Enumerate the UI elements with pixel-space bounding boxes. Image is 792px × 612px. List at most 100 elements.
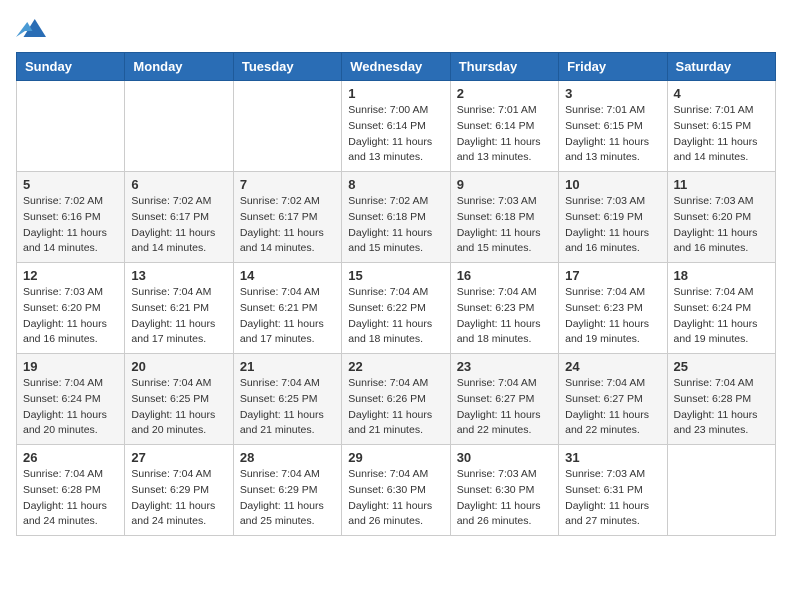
- day-info: Sunrise: 7:04 AMSunset: 6:23 PMDaylight:…: [457, 285, 552, 348]
- calendar-cell: 27 Sunrise: 7:04 AMSunset: 6:29 PMDayligh…: [125, 445, 233, 536]
- day-info: Sunrise: 7:04 AMSunset: 6:25 PMDaylight:…: [240, 376, 335, 439]
- calendar-cell: 18 Sunrise: 7:04 AMSunset: 6:24 PMDayligh…: [667, 263, 775, 354]
- day-number: 2: [457, 86, 552, 101]
- calendar-cell: 13 Sunrise: 7:04 AMSunset: 6:21 PMDayligh…: [125, 263, 233, 354]
- logo: [16, 16, 50, 40]
- calendar-cell: 25 Sunrise: 7:04 AMSunset: 6:28 PMDayligh…: [667, 354, 775, 445]
- day-info: Sunrise: 7:00 AMSunset: 6:14 PMDaylight:…: [348, 103, 443, 166]
- day-number: 19: [23, 359, 118, 374]
- day-number: 24: [565, 359, 660, 374]
- calendar-cell: 24 Sunrise: 7:04 AMSunset: 6:27 PMDayligh…: [559, 354, 667, 445]
- day-info: Sunrise: 7:04 AMSunset: 6:21 PMDaylight:…: [131, 285, 226, 348]
- day-number: 14: [240, 268, 335, 283]
- day-number: 30: [457, 450, 552, 465]
- calendar-cell: 14 Sunrise: 7:04 AMSunset: 6:21 PMDayligh…: [233, 263, 341, 354]
- day-info: Sunrise: 7:04 AMSunset: 6:24 PMDaylight:…: [23, 376, 118, 439]
- day-number: 18: [674, 268, 769, 283]
- calendar-cell: 30Sunrise: 7:03 AMSunset: 6:30 PMDayligh…: [450, 445, 558, 536]
- day-number: 7: [240, 177, 335, 192]
- calendar-cell: 9 Sunrise: 7:03 AMSunset: 6:18 PMDaylight…: [450, 172, 558, 263]
- weekday-header-thursday: Thursday: [450, 53, 558, 81]
- calendar-cell: 20 Sunrise: 7:04 AMSunset: 6:25 PMDayligh…: [125, 354, 233, 445]
- day-number: 23: [457, 359, 552, 374]
- day-info: Sunrise: 7:01 AMSunset: 6:14 PMDaylight:…: [457, 103, 552, 166]
- day-number: 25: [674, 359, 769, 374]
- day-number: 26: [23, 450, 118, 465]
- day-info: Sunrise: 7:04 AMSunset: 6:27 PMDaylight:…: [457, 376, 552, 439]
- day-number: 29: [348, 450, 443, 465]
- calendar-cell: 21 Sunrise: 7:04 AMSunset: 6:25 PMDayligh…: [233, 354, 341, 445]
- day-info: Sunrise: 7:04 AMSunset: 6:28 PMDaylight:…: [674, 376, 769, 439]
- calendar-cell: 1 Sunrise: 7:00 AMSunset: 6:14 PMDaylight…: [342, 81, 450, 172]
- day-info: Sunrise: 7:04 AMSunset: 6:24 PMDaylight:…: [674, 285, 769, 348]
- calendar-cell: 10 Sunrise: 7:03 AMSunset: 6:19 PMDayligh…: [559, 172, 667, 263]
- logo-icon: [16, 16, 46, 40]
- day-info: Sunrise: 7:04 AMSunset: 6:29 PMDaylight:…: [240, 467, 335, 530]
- calendar-cell: 4 Sunrise: 7:01 AMSunset: 6:15 PMDaylight…: [667, 81, 775, 172]
- day-info: Sunrise: 7:01 AMSunset: 6:15 PMDaylight:…: [565, 103, 660, 166]
- calendar-week-5: 26 Sunrise: 7:04 AMSunset: 6:28 PMDayligh…: [17, 445, 776, 536]
- day-info: Sunrise: 7:04 AMSunset: 6:23 PMDaylight:…: [565, 285, 660, 348]
- day-info: Sunrise: 7:04 AMSunset: 6:27 PMDaylight:…: [565, 376, 660, 439]
- day-number: 1: [348, 86, 443, 101]
- day-info: Sunrise: 7:04 AMSunset: 6:22 PMDaylight:…: [348, 285, 443, 348]
- day-number: 16: [457, 268, 552, 283]
- day-number: 6: [131, 177, 226, 192]
- calendar-table: SundayMondayTuesdayWednesdayThursdayFrid…: [16, 52, 776, 536]
- day-info: Sunrise: 7:04 AMSunset: 6:30 PMDaylight:…: [348, 467, 443, 530]
- calendar-cell: 28Sunrise: 7:04 AMSunset: 6:29 PMDayligh…: [233, 445, 341, 536]
- calendar-week-1: 1 Sunrise: 7:00 AMSunset: 6:14 PMDaylight…: [17, 81, 776, 172]
- day-number: 15: [348, 268, 443, 283]
- weekday-header-saturday: Saturday: [667, 53, 775, 81]
- calendar-cell: 15 Sunrise: 7:04 AMSunset: 6:22 PMDayligh…: [342, 263, 450, 354]
- calendar-cell: 12Sunrise: 7:03 AMSunset: 6:20 PMDayligh…: [17, 263, 125, 354]
- day-info: Sunrise: 7:04 AMSunset: 6:28 PMDaylight:…: [23, 467, 118, 530]
- day-info: Sunrise: 7:03 AMSunset: 6:20 PMDaylight:…: [23, 285, 118, 348]
- day-info: Sunrise: 7:02 AMSunset: 6:17 PMDaylight:…: [240, 194, 335, 257]
- calendar-cell: 8 Sunrise: 7:02 AMSunset: 6:18 PMDaylight…: [342, 172, 450, 263]
- day-info: Sunrise: 7:03 AMSunset: 6:18 PMDaylight:…: [457, 194, 552, 257]
- calendar-cell: 11 Sunrise: 7:03 AMSunset: 6:20 PMDayligh…: [667, 172, 775, 263]
- day-number: 9: [457, 177, 552, 192]
- weekday-header-row: SundayMondayTuesdayWednesdayThursdayFrid…: [17, 53, 776, 81]
- calendar-cell: 31Sunrise: 7:03 AMSunset: 6:31 PMDayligh…: [559, 445, 667, 536]
- calendar-cell: 6 Sunrise: 7:02 AMSunset: 6:17 PMDaylight…: [125, 172, 233, 263]
- calendar-cell: 16 Sunrise: 7:04 AMSunset: 6:23 PMDayligh…: [450, 263, 558, 354]
- day-info: Sunrise: 7:04 AMSunset: 6:25 PMDaylight:…: [131, 376, 226, 439]
- calendar-week-2: 5Sunrise: 7:02 AMSunset: 6:16 PMDaylight…: [17, 172, 776, 263]
- day-info: Sunrise: 7:04 AMSunset: 6:29 PMDaylight:…: [131, 467, 226, 530]
- day-info: Sunrise: 7:01 AMSunset: 6:15 PMDaylight:…: [674, 103, 769, 166]
- calendar-cell: 17 Sunrise: 7:04 AMSunset: 6:23 PMDayligh…: [559, 263, 667, 354]
- calendar-cell: [125, 81, 233, 172]
- day-number: 22: [348, 359, 443, 374]
- day-number: 8: [348, 177, 443, 192]
- day-number: 21: [240, 359, 335, 374]
- day-number: 31: [565, 450, 660, 465]
- day-info: Sunrise: 7:03 AMSunset: 6:19 PMDaylight:…: [565, 194, 660, 257]
- day-info: Sunrise: 7:02 AMSunset: 6:16 PMDaylight:…: [23, 194, 118, 257]
- calendar-cell: 22 Sunrise: 7:04 AMSunset: 6:26 PMDayligh…: [342, 354, 450, 445]
- day-number: 27: [131, 450, 226, 465]
- day-number: 13: [131, 268, 226, 283]
- day-info: Sunrise: 7:02 AMSunset: 6:17 PMDaylight:…: [131, 194, 226, 257]
- calendar-cell: 7 Sunrise: 7:02 AMSunset: 6:17 PMDaylight…: [233, 172, 341, 263]
- day-number: 20: [131, 359, 226, 374]
- day-number: 10: [565, 177, 660, 192]
- calendar-cell: 23 Sunrise: 7:04 AMSunset: 6:27 PMDayligh…: [450, 354, 558, 445]
- day-number: 4: [674, 86, 769, 101]
- day-info: Sunrise: 7:04 AMSunset: 6:26 PMDaylight:…: [348, 376, 443, 439]
- calendar-cell: [667, 445, 775, 536]
- weekday-header-friday: Friday: [559, 53, 667, 81]
- day-number: 11: [674, 177, 769, 192]
- day-info: Sunrise: 7:02 AMSunset: 6:18 PMDaylight:…: [348, 194, 443, 257]
- calendar-cell: 3 Sunrise: 7:01 AMSunset: 6:15 PMDaylight…: [559, 81, 667, 172]
- day-info: Sunrise: 7:04 AMSunset: 6:21 PMDaylight:…: [240, 285, 335, 348]
- day-info: Sunrise: 7:03 AMSunset: 6:20 PMDaylight:…: [674, 194, 769, 257]
- weekday-header-monday: Monday: [125, 53, 233, 81]
- page-header: [16, 16, 776, 40]
- day-number: 3: [565, 86, 660, 101]
- calendar-cell: 2 Sunrise: 7:01 AMSunset: 6:14 PMDaylight…: [450, 81, 558, 172]
- weekday-header-wednesday: Wednesday: [342, 53, 450, 81]
- day-number: 17: [565, 268, 660, 283]
- calendar-week-3: 12Sunrise: 7:03 AMSunset: 6:20 PMDayligh…: [17, 263, 776, 354]
